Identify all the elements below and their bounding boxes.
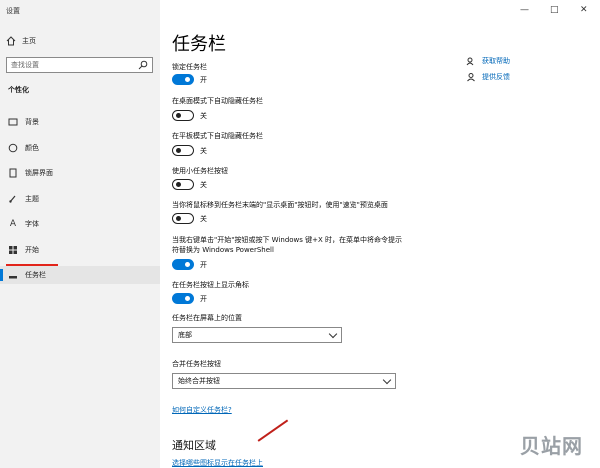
sidebar-item-taskbar[interactable]: 任务栏 [0, 266, 160, 284]
combine-label: 合并任务栏按钮 [172, 360, 221, 368]
setting-label: 锁定任务栏 [172, 63, 207, 71]
setting-label: 在桌面模式下自动隐藏任务栏 [172, 97, 263, 105]
toggle-badges[interactable]: 开 [172, 293, 207, 304]
right-link-label: 提供反馈 [482, 73, 510, 81]
sidebar-item-label: 字体 [25, 220, 39, 228]
toggle-state: 关 [200, 146, 207, 155]
toggle-peek[interactable]: 关 [172, 213, 207, 224]
chevron-down-icon [328, 329, 338, 338]
toggle-switch[interactable] [172, 110, 194, 121]
close-button[interactable]: ✕ [580, 5, 588, 15]
help-icon [466, 56, 476, 66]
sidebar-item-label: 背景 [25, 118, 39, 126]
toggle-lock-taskbar[interactable]: 开 [172, 74, 207, 85]
minimize-button[interactable]: — [520, 5, 529, 15]
window-title: 设置 [6, 7, 20, 15]
sidebar-item-fonts[interactable]: A 字体 [0, 215, 160, 233]
setting-label: 在平板模式下自动隐藏任务栏 [172, 132, 263, 140]
toggle-state: 开 [200, 260, 207, 269]
setting-label: 当我右键单击"开始"按钮或按下 Windows 键+X 时，在菜单中将命令提示 [172, 236, 403, 244]
palette-icon [8, 143, 18, 153]
sidebar-item-label: 颜色 [25, 144, 39, 152]
position-dropdown[interactable]: 底部 [172, 327, 342, 343]
sidebar-item-start[interactable]: 开始 [0, 241, 160, 259]
search-input[interactable]: 查找设置 [11, 60, 138, 70]
sidebar-item-themes[interactable]: 主题 [0, 190, 160, 208]
toggle-autohide-tablet[interactable]: 关 [172, 145, 207, 156]
right-link-label: 获取帮助 [482, 57, 510, 65]
setting-label: 符替换为 Windows PowerShell [172, 246, 274, 254]
font-icon: A [9, 219, 17, 229]
toggle-state: 关 [200, 111, 207, 120]
watermark: 贝站网 [520, 434, 583, 458]
page-title: 任务栏 [172, 34, 226, 55]
combine-dropdown[interactable]: 始终合并按钮 [172, 373, 396, 389]
picture-icon [8, 117, 18, 127]
sidebar-item-background[interactable]: 背景 [0, 113, 160, 131]
customize-taskbar-link[interactable]: 如何自定义任务栏? [172, 405, 232, 415]
sidebar: 设置 主页 查找设置 个性化 背景 颜色 锁屏界面 主题 A 字体 开始 任务栏 [0, 0, 160, 468]
home-nav[interactable]: 主页 [6, 36, 36, 46]
toggle-state: 关 [200, 180, 207, 189]
setting-label: 在任务栏按钮上显示角标 [172, 281, 249, 289]
give-feedback-link[interactable]: 提供反馈 [466, 72, 510, 82]
taskbar-icon [8, 270, 18, 280]
lock-screen-icon [8, 168, 18, 178]
setting-label: 使用小任务栏按钮 [172, 167, 228, 175]
toggle-switch[interactable] [172, 74, 194, 85]
sidebar-item-label: 开始 [25, 246, 39, 254]
toggle-switch[interactable] [172, 145, 194, 156]
sidebar-item-lock-screen[interactable]: 锁屏界面 [0, 164, 160, 182]
toggle-switch[interactable] [172, 259, 194, 270]
position-label: 任务栏在屏幕上的位置 [172, 314, 242, 322]
home-icon [6, 36, 16, 46]
search-icon[interactable] [138, 60, 148, 70]
brush-icon [8, 194, 18, 204]
notification-area-heading: 通知区域 [172, 439, 216, 452]
sidebar-item-colors[interactable]: 颜色 [0, 139, 160, 157]
section-label-personalization: 个性化 [8, 86, 29, 94]
setting-label: 当你将鼠标移到任务栏末端的"显示桌面"按钮时，使用"速览"预览桌面 [172, 201, 388, 209]
toggle-state: 关 [200, 214, 207, 223]
get-help-link[interactable]: 获取帮助 [466, 56, 510, 66]
toggle-powershell[interactable]: 开 [172, 259, 207, 270]
chevron-down-icon [382, 375, 392, 384]
notification-icons-link[interactable]: 选择哪些图标显示在任务栏上 [172, 458, 263, 468]
start-icon [8, 245, 18, 255]
sidebar-item-label: 锁屏界面 [25, 169, 53, 177]
maximize-button[interactable]: □ [550, 5, 559, 15]
toggle-autohide-desktop[interactable]: 关 [172, 110, 207, 121]
sidebar-item-label: 主题 [25, 195, 39, 203]
search-box[interactable]: 查找设置 [6, 57, 153, 73]
toggle-switch[interactable] [172, 179, 194, 190]
feedback-icon [466, 72, 476, 82]
toggle-small-buttons[interactable]: 关 [172, 179, 207, 190]
sidebar-item-label: 任务栏 [25, 271, 46, 279]
home-label: 主页 [22, 37, 36, 45]
position-value: 底部 [178, 331, 192, 339]
annotation-stroke [257, 419, 288, 442]
toggle-state: 开 [200, 294, 207, 303]
toggle-switch[interactable] [172, 213, 194, 224]
toggle-switch[interactable] [172, 293, 194, 304]
combine-value: 始终合并按钮 [178, 377, 220, 385]
toggle-state: 开 [200, 75, 207, 84]
